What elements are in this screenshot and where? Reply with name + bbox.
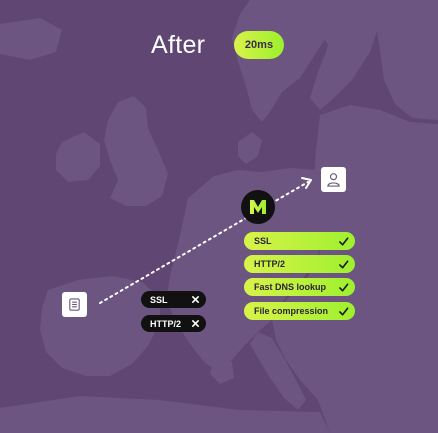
x-icon: [191, 319, 200, 328]
feature-label: Fast DNS lookup: [254, 282, 327, 292]
feature-chip-ssl: SSL: [244, 232, 355, 250]
user-icon: [327, 173, 340, 187]
feature-label: SSL: [254, 236, 272, 246]
feature-label: File compression: [254, 306, 329, 316]
feature-chip-http2: HTTP/2: [244, 255, 355, 273]
server-node: [62, 292, 87, 317]
connection-path: [99, 177, 312, 304]
origin-chip-ssl: SSL: [141, 291, 206, 308]
check-icon: [338, 306, 349, 317]
feature-chip-dns: Fast DNS lookup: [244, 278, 355, 296]
latency-map-panel: After 20ms SSL HTTP/2 Fast DNS lookup Fi…: [0, 0, 438, 433]
feature-chip-compression: File compression: [244, 302, 355, 320]
feature-label: HTTP/2: [150, 318, 182, 329]
feature-label: SSL: [150, 294, 168, 305]
x-icon: [191, 295, 200, 304]
check-icon: [338, 236, 349, 247]
origin-chip-http2: HTTP/2: [141, 315, 206, 332]
check-icon: [338, 259, 349, 270]
check-icon: [338, 282, 349, 293]
feature-label: HTTP/2: [254, 259, 286, 269]
user-node: [321, 167, 346, 192]
server-icon: [69, 298, 80, 311]
m-logo-icon: [241, 190, 275, 224]
